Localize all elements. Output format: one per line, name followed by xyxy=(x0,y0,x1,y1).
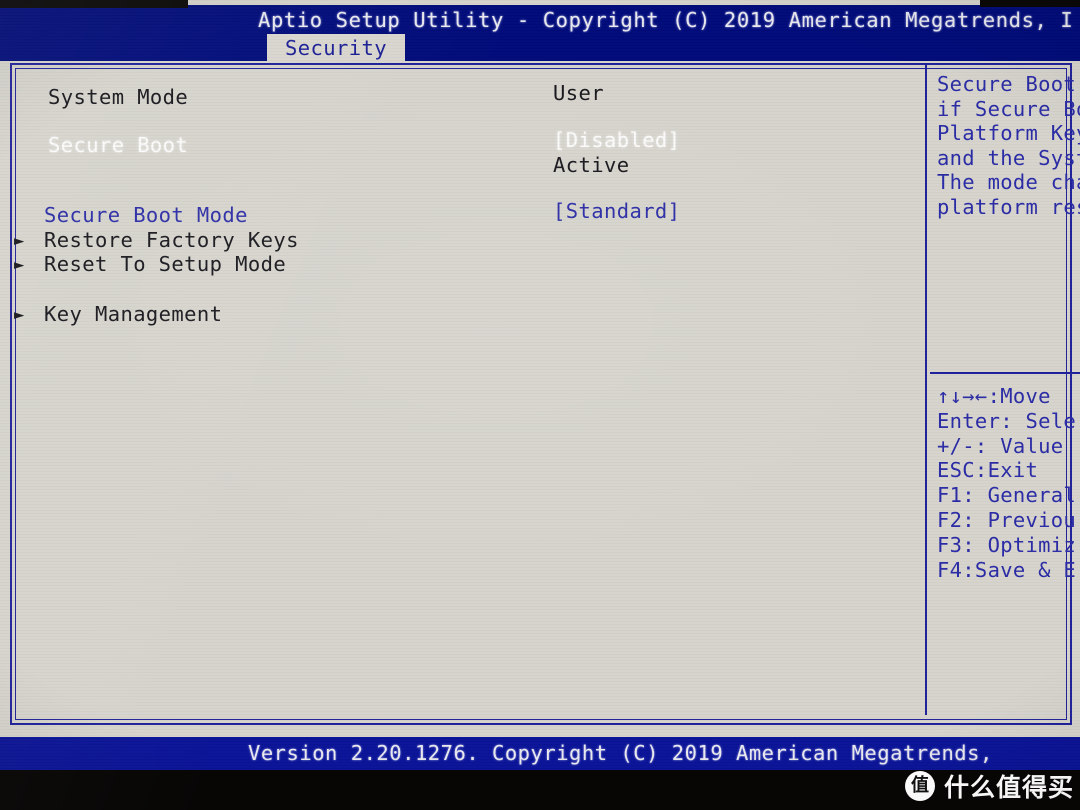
setting-label-key-management: Key Management xyxy=(44,302,223,326)
help-line: if Secure Boo xyxy=(937,96,1080,121)
tab-bar: Security xyxy=(0,34,1080,61)
setting-label-system-mode: System Mode xyxy=(48,85,189,109)
setting-label-restore-factory-keys: Restore Factory Keys xyxy=(44,228,299,252)
bios-photo: Aptio Setup Utility - Copyright (C) 2019… xyxy=(0,0,1080,810)
help-line: platform res xyxy=(937,194,1080,219)
help-line: The mode cha xyxy=(937,170,1080,195)
setting-row-system-mode[interactable]: System Mode User xyxy=(0,81,900,111)
pane-divider xyxy=(925,65,927,715)
setting-label-reset-to-setup-mode: Reset To Setup Mode xyxy=(44,252,287,276)
version-bar: Version 2.20.1276. Copyright (C) 2019 Am… xyxy=(0,737,1080,770)
setting-value-secure-boot-mode: [Standard] xyxy=(553,199,681,223)
setting-value-secure-boot-state: Active xyxy=(553,153,630,177)
tab-security[interactable]: Security xyxy=(267,34,405,61)
version-text: Version 2.20.1276. Copyright (C) 2019 Am… xyxy=(248,741,993,765)
key-legend-select: Enter: Sele xyxy=(937,408,1077,433)
watermark: 值 什么值得买 xyxy=(905,768,1074,804)
bezel-top-right xyxy=(980,0,1080,7)
submenu-arrow-icon: ► xyxy=(14,231,25,251)
help-legend-separator xyxy=(930,372,1080,374)
key-legend-value: +/-: Value xyxy=(937,433,1064,458)
help-line: and the Syste xyxy=(937,145,1080,170)
help-line: Platform Key xyxy=(937,121,1080,146)
setting-row-key-management[interactable]: ► Key Management xyxy=(0,302,900,328)
title-bar: Aptio Setup Utility - Copyright (C) 2019… xyxy=(0,5,1080,34)
help-line: Secure Boot f xyxy=(937,72,1080,96)
key-legend-exit: ESC:Exit xyxy=(937,458,1039,483)
watermark-text: 什么值得买 xyxy=(944,773,1075,802)
key-legend-f1: F1: General xyxy=(937,483,1077,508)
key-legend-f3: F3: Optimiz xyxy=(937,532,1077,557)
bezel-top-left xyxy=(0,0,188,8)
watermark-badge-icon: 值 xyxy=(905,771,935,801)
setting-value-system-mode: User xyxy=(553,81,604,105)
setting-label-secure-boot-mode: Secure Boot Mode xyxy=(44,203,248,227)
setting-row-restore-factory-keys[interactable]: ► Restore Factory Keys xyxy=(0,228,900,254)
submenu-arrow-icon: ► xyxy=(14,255,25,275)
submenu-arrow-icon: ► xyxy=(14,305,25,325)
setting-row-secure-boot-state: Active xyxy=(0,153,900,179)
key-legend-move: ↑↓→←:Move xyxy=(937,384,1051,408)
help-text-pane: Secure Boot f if Secure Boo Platform Key… xyxy=(937,72,1080,220)
setting-value-secure-boot: [Disabled] xyxy=(553,128,681,152)
setting-row-secure-boot-mode[interactable]: Secure Boot Mode [Standard] xyxy=(0,199,900,229)
bios-screen: Aptio Setup Utility - Copyright (C) 2019… xyxy=(0,0,1080,783)
key-legend-f4: F4:Save & E xyxy=(937,557,1077,582)
page-title: Aptio Setup Utility - Copyright (C) 2019… xyxy=(258,8,1074,32)
key-legend-f2: F2: Previou xyxy=(937,507,1077,532)
key-legend-pane: ↑↓→←:Move Enter: Sele +/-: Value ESC:Exi… xyxy=(937,384,1080,582)
setting-row-reset-to-setup-mode[interactable]: ► Reset To Setup Mode xyxy=(0,252,900,278)
